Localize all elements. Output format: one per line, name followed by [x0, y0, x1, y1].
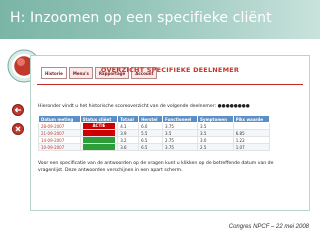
- slide-title-bar: H: Inzoomen op een specifieke cliënt: [0, 0, 320, 39]
- table-row: 14-09-2007 3.2 6.5 2.75 3.0 1.22: [38, 136, 271, 144]
- date-link[interactable]: 14-09-2007: [38, 136, 81, 144]
- totaal-cell: 4.1: [117, 122, 140, 130]
- intro-label: Hieronder vindt u het historische scoreo…: [38, 104, 217, 109]
- app-panel: Historie Menu's Rapportage Account OVERZ…: [30, 55, 310, 211]
- status-cell: [79, 136, 119, 144]
- date-link[interactable]: 21-09-2007: [38, 129, 81, 137]
- piks-cell: 1.22: [232, 136, 271, 144]
- functioneel-cell: 3.75: [162, 122, 199, 130]
- symptomen-cell: 2.5: [197, 143, 234, 151]
- table-header-row: Datum meting Status cliënt Totaal Herste…: [38, 115, 271, 123]
- totaal-cell: 3.6: [117, 143, 140, 151]
- col-header-piks: Piks waarde: [232, 115, 271, 123]
- status-label: ACTIE: [92, 123, 106, 128]
- status-indicator: [82, 130, 116, 136]
- score-table: Datum meting Status cliënt Totaal Herste…: [38, 115, 271, 151]
- close-icon[interactable]: [12, 123, 24, 135]
- date-link[interactable]: 28-09-2007: [38, 122, 81, 130]
- slide-title: H: Inzoomen op een specifieke cliënt: [10, 10, 272, 26]
- piks-cell: 6.85: [232, 129, 271, 137]
- tab-menus[interactable]: Menu's: [68, 67, 93, 79]
- tab-account[interactable]: Account: [131, 67, 158, 79]
- symptomen-cell: 3.0: [197, 136, 234, 144]
- symptomen-cell: 3.5: [197, 122, 234, 130]
- status-cell: [79, 143, 119, 151]
- tab-rapportage[interactable]: Rapportage: [94, 67, 130, 79]
- status-cell: ACTIE: [79, 122, 119, 130]
- symptomen-cell: 3.5: [197, 129, 234, 137]
- table-row: 28-09-2007 ACTIE 4.1 6.0 3.75 3.5: [38, 122, 271, 130]
- functioneel-cell: 3.5: [162, 129, 199, 137]
- table-row: 21-09-2007 3.9 5.5 3.5 3.5 6.85: [38, 129, 271, 137]
- col-header-functioneel: Functioneel: [162, 115, 199, 123]
- herstel-cell: 6.5: [138, 136, 164, 144]
- status-indicator: ACTIE: [82, 123, 116, 129]
- divider: [37, 84, 303, 85]
- tab-bar: Historie Menu's Rapportage Account: [41, 67, 158, 79]
- col-header-datum: Datum meting: [38, 115, 81, 123]
- herstel-cell: 5.5: [138, 129, 164, 137]
- col-header-symptomen: Symptomen: [197, 115, 234, 123]
- col-header-status: Status cliënt: [79, 115, 119, 123]
- date-link[interactable]: 10-09-2007: [38, 143, 81, 151]
- participant-name: ●●●●●●●●: [217, 104, 250, 109]
- table-row: 10-09-2007 3.6 6.5 3.75 2.5 1.07: [38, 143, 271, 151]
- back-arrow-icon[interactable]: [12, 104, 24, 116]
- herstel-cell: 6.5: [138, 143, 164, 151]
- status-cell: [79, 129, 119, 137]
- status-indicator: [82, 144, 116, 150]
- col-header-totaal: Totaal: [117, 115, 140, 123]
- totaal-cell: 3.2: [117, 136, 140, 144]
- functioneel-cell: 3.75: [162, 143, 199, 151]
- totaal-cell: 3.9: [117, 129, 140, 137]
- slide-footer: Congres NPCF – 22 mei 2008: [228, 224, 309, 230]
- piks-cell: [232, 122, 271, 130]
- piks-cell: 1.07: [232, 143, 271, 151]
- status-indicator: [82, 137, 116, 143]
- functioneel-cell: 2.75: [162, 136, 199, 144]
- col-header-herstel: Herstel: [138, 115, 164, 123]
- tab-historie[interactable]: Historie: [41, 67, 67, 79]
- instruction-text: Voor een specificatie van de antwoorden …: [38, 161, 274, 173]
- herstel-cell: 6.0: [138, 122, 164, 130]
- intro-text: Hieronder vindt u het historische scoreo…: [38, 104, 250, 109]
